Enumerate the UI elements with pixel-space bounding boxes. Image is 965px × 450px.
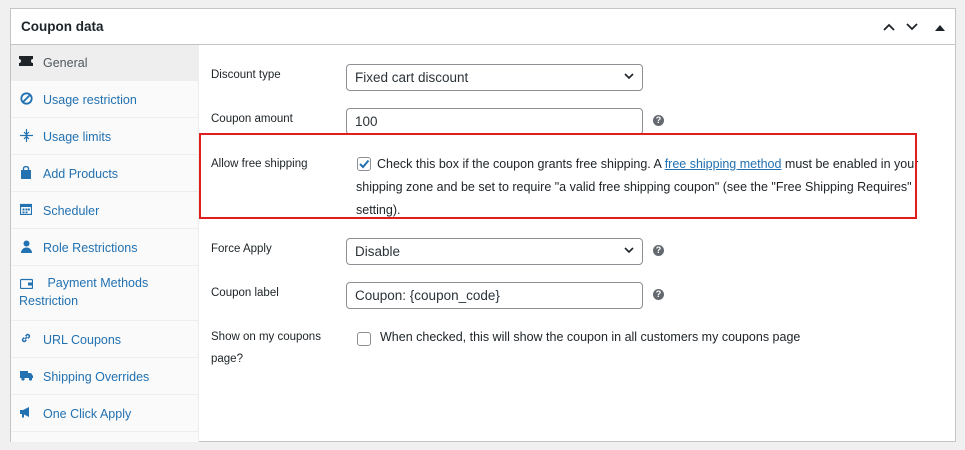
tab-label: Usage limits: [43, 130, 112, 144]
force-apply-value: Disable: [355, 244, 401, 259]
coupon-label-label: Coupon label: [211, 287, 279, 299]
tab-label: Add Products: [43, 167, 119, 181]
tab-label: Scheduler: [43, 204, 100, 218]
help-icon[interactable]: ?: [653, 245, 664, 256]
panel-header: Coupon data: [11, 9, 955, 45]
tab-role-restrictions[interactable]: Role Restrictions: [11, 229, 198, 266]
ticket-icon: [19, 54, 33, 68]
tab-label: Role Restrictions: [43, 241, 138, 255]
truck-icon: [19, 368, 33, 382]
chevron-down-icon: [624, 73, 634, 80]
triangle-up-icon: [935, 24, 945, 31]
tab-add-products[interactable]: Add Products: [11, 155, 198, 192]
discount-type-value: Fixed cart discount: [355, 70, 469, 85]
tab-usage-restriction[interactable]: Usage restriction: [11, 81, 198, 118]
tab-scheduler[interactable]: Scheduler: [11, 192, 198, 229]
tab-url-coupons[interactable]: URL Coupons: [11, 321, 198, 358]
highlight-box: [199, 133, 917, 219]
coupon-data-panel: Coupon data General Usage restriction Us…: [10, 8, 956, 442]
coupon-amount-label: Coupon amount: [211, 113, 293, 125]
tab-label: One Click Apply: [43, 407, 132, 421]
tab-label: URL Coupons: [43, 333, 122, 347]
tab-label: General: [43, 56, 88, 70]
arrows-icon: [19, 128, 33, 142]
coupon-amount-value: 100: [355, 114, 378, 129]
tab-one-click-apply[interactable]: One Click Apply: [11, 395, 198, 432]
toggle-panel-button[interactable]: [931, 18, 949, 36]
help-icon[interactable]: ?: [653, 289, 664, 300]
coupon-label-input[interactable]: Coupon: {coupon_code}: [346, 282, 643, 309]
user-icon: [19, 239, 33, 253]
coupon-amount-input[interactable]: 100: [346, 108, 643, 135]
chevron-up-icon: [883, 23, 895, 31]
move-down-button[interactable]: [903, 18, 921, 36]
tab-label: Usage restriction: [43, 93, 137, 107]
tab-payment-methods-restriction[interactable]: Payment Methods Restriction: [11, 266, 198, 321]
show-on-my-coupons-checkbox[interactable]: [357, 332, 371, 346]
help-icon[interactable]: ?: [653, 115, 664, 126]
force-apply-select[interactable]: Disable: [346, 238, 643, 265]
bag-icon: [19, 165, 33, 179]
link-icon: [19, 331, 33, 345]
calendar-icon: [19, 202, 33, 216]
discount-type-select[interactable]: Fixed cart discount: [346, 64, 643, 91]
tab-shipping-overrides[interactable]: Shipping Overrides: [11, 358, 198, 395]
force-apply-label: Force Apply: [211, 243, 272, 255]
discount-type-label: Discount type: [211, 69, 281, 81]
tab-label: Payment Methods Restriction: [19, 276, 149, 308]
tab-label: Shipping Overrides: [43, 370, 150, 384]
panel-title: Coupon data: [21, 19, 104, 34]
chevron-down-icon: [906, 23, 918, 31]
megaphone-icon: [19, 405, 33, 419]
show-on-my-coupons-description: When checked, this will show the coupon …: [380, 330, 801, 344]
tab-usage-limits[interactable]: Usage limits: [11, 118, 198, 155]
block-icon: [19, 91, 33, 105]
move-up-button[interactable]: [880, 18, 898, 36]
coupon-label-value: Coupon: {coupon_code}: [355, 288, 500, 303]
tab-general[interactable]: General: [11, 45, 198, 81]
show-on-my-coupons-label-line2: page?: [211, 353, 243, 365]
show-on-my-coupons-label-line1: Show on my coupons: [211, 331, 321, 343]
coupon-tabs-sidebar: General Usage restriction Usage limits A…: [11, 45, 199, 442]
chevron-down-icon: [624, 247, 634, 254]
general-options-panel: Discount type Fixed cart discount Coupon…: [200, 45, 955, 441]
wallet-icon: [19, 277, 33, 291]
